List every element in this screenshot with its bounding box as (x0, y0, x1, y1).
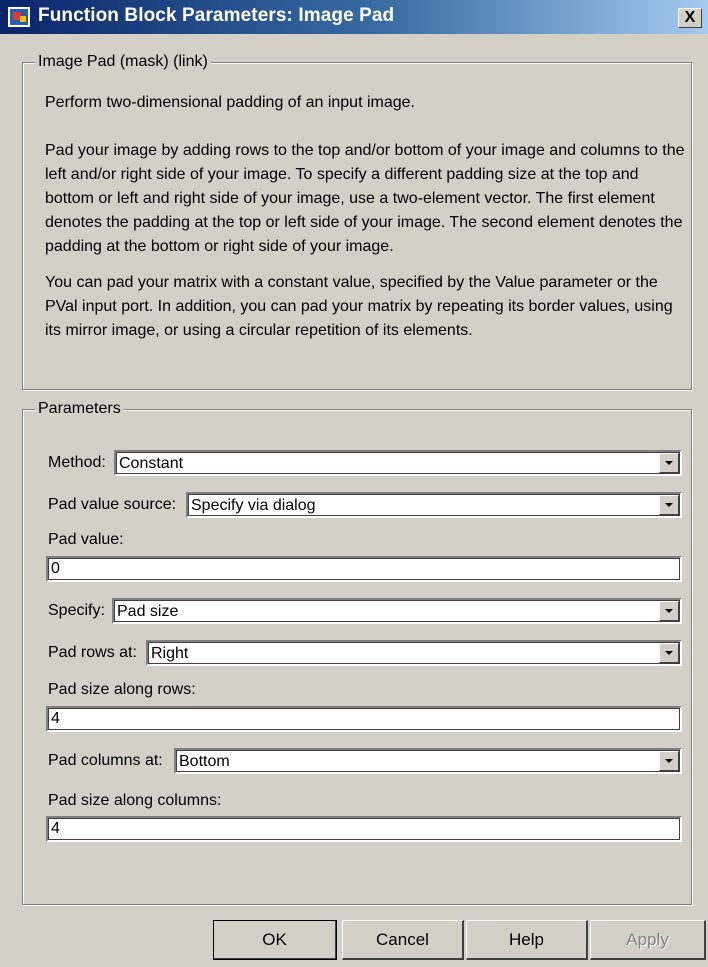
method-value: Constant (119, 455, 184, 472)
chevron-down-icon[interactable] (659, 601, 679, 621)
pad-value-field[interactable] (46, 556, 682, 582)
simulink-block-icon (8, 7, 30, 27)
title-bar[interactable]: Function Block Parameters: Image Pad X (0, 0, 708, 34)
cancel-button[interactable]: Cancel (342, 920, 464, 960)
pad-size-rows-label: Pad size along rows: (48, 681, 196, 698)
description-pad-modes: You can pad your matrix with a constant … (45, 274, 673, 339)
pad-size-columns-field[interactable] (46, 816, 682, 842)
pad-size-rows-field[interactable] (46, 706, 682, 732)
description-summary: Perform two-dimensional padding of an in… (45, 94, 415, 111)
specify-label: Specify: (48, 602, 105, 619)
specify-value: Pad size (117, 603, 179, 620)
window-title: Function Block Parameters: Image Pad (38, 5, 395, 26)
pad-value-source-value: Specify via dialog (191, 497, 316, 514)
close-icon: X (684, 9, 696, 26)
chevron-down-icon[interactable] (659, 751, 679, 771)
apply-button[interactable]: Apply (590, 920, 706, 960)
pad-rows-at-dropdown[interactable]: Right (146, 640, 682, 666)
parameters-group-title: Parameters (35, 399, 124, 419)
close-button[interactable]: X (678, 8, 702, 28)
pad-columns-at-dropdown[interactable]: Bottom (174, 748, 682, 774)
pad-value-source-label: Pad value source: (48, 496, 177, 513)
specify-dropdown[interactable]: Pad size (112, 598, 682, 624)
pad-rows-at-label: Pad rows at: (48, 644, 137, 661)
description-padding-details: Pad your image by adding rows to the top… (45, 142, 685, 255)
ok-button[interactable]: OK (213, 920, 337, 960)
pad-columns-at-label: Pad columns at: (48, 752, 163, 769)
chevron-down-icon[interactable] (659, 495, 679, 515)
method-label: Method: (48, 454, 106, 471)
chevron-down-icon[interactable] (659, 643, 679, 663)
pad-columns-at-value: Bottom (179, 753, 230, 770)
pad-size-columns-label: Pad size along columns: (48, 792, 222, 809)
method-dropdown[interactable]: Constant (114, 450, 682, 476)
pad-value-source-dropdown[interactable]: Specify via dialog (186, 492, 682, 518)
pad-value-label: Pad value: (48, 531, 124, 548)
description-group: Image Pad (mask) (link) Perform two-dime… (22, 52, 692, 390)
description-group-title: Image Pad (mask) (link) (35, 52, 211, 72)
pad-rows-at-value: Right (151, 645, 189, 662)
help-button[interactable]: Help (466, 920, 588, 960)
chevron-down-icon[interactable] (659, 453, 679, 473)
